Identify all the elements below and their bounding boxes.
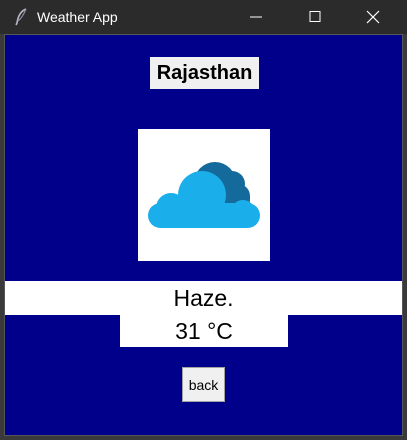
- close-icon: [366, 10, 380, 24]
- back-button[interactable]: back: [182, 367, 225, 402]
- title-bar[interactable]: Weather App: [0, 0, 407, 34]
- minimize-button[interactable]: [233, 0, 279, 34]
- window-title: Weather App: [37, 9, 118, 25]
- condition-label: Haze.: [5, 281, 402, 315]
- city-label: Rajasthan: [150, 57, 259, 89]
- weather-panel: Rajasthan Haze. 31 °C back: [4, 34, 403, 436]
- close-button[interactable]: [350, 0, 396, 34]
- cloud-icon: [148, 162, 260, 228]
- feather-icon: [13, 8, 29, 26]
- maximize-icon: [309, 11, 321, 22]
- temperature-label: 31 °C: [120, 315, 288, 347]
- weather-image: [138, 129, 270, 261]
- minimize-icon: [250, 16, 262, 18]
- maximize-button[interactable]: [292, 0, 338, 34]
